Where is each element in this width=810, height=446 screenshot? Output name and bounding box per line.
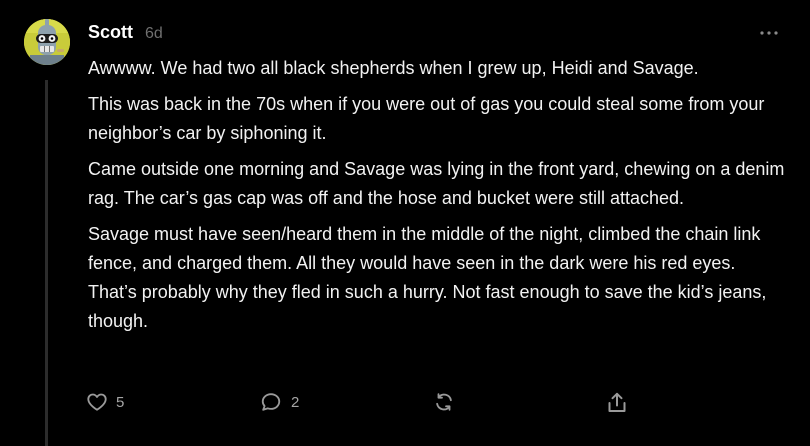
share-button[interactable]: [605, 391, 629, 415]
avatar[interactable]: [24, 19, 70, 65]
reply-button[interactable]: 2: [259, 391, 299, 413]
speech-bubble-icon: [261, 393, 281, 411]
ellipsis-icon: [760, 31, 778, 35]
restack-button[interactable]: [432, 391, 456, 413]
refresh-icon: [436, 393, 452, 411]
action-bar: 5 2: [0, 391, 810, 417]
comment-paragraph: Came outside one morning and Savage was …: [88, 159, 785, 208]
heart-icon: [87, 393, 107, 411]
like-button[interactable]: 5: [86, 391, 124, 413]
comment-paragraph: This was back in the 70s when if you wer…: [88, 94, 765, 143]
robot-avatar-icon: [24, 19, 70, 65]
comment-body: Awwww. We had two all black shepherds wh…: [88, 54, 788, 343]
comment-header: Scott 6d: [88, 22, 163, 43]
reply-count: 2: [291, 393, 300, 411]
share-upload-icon: [608, 392, 626, 412]
comment-paragraph: Awwww. We had two all black shepherds wh…: [88, 58, 699, 78]
author-name[interactable]: Scott: [88, 22, 133, 43]
like-count: 5: [116, 393, 125, 411]
comment-paragraph: Savage must have seen/heard them in the …: [88, 224, 767, 331]
more-options-button[interactable]: [758, 24, 780, 42]
timestamp[interactable]: 6d: [145, 25, 163, 43]
